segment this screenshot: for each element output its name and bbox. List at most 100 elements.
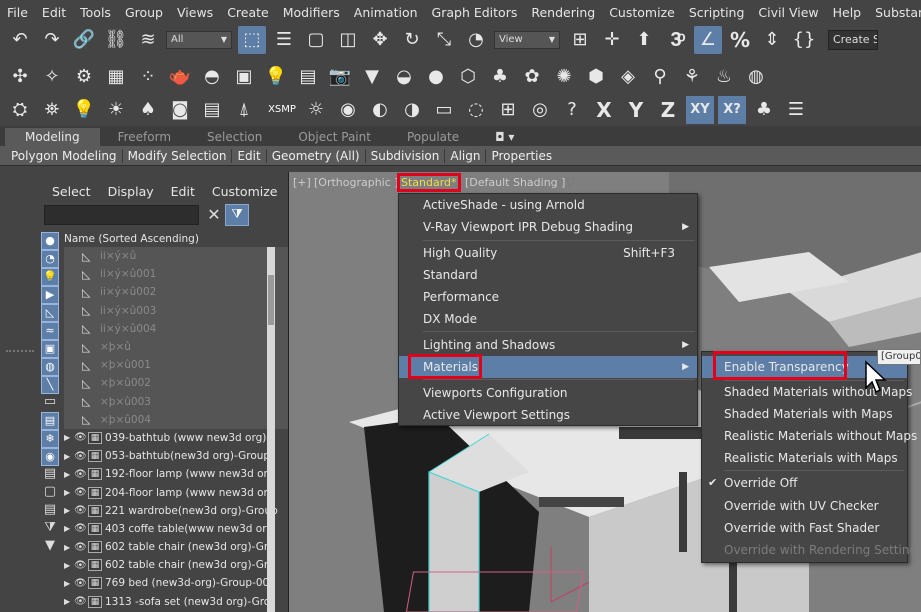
box-icon[interactable]: ▣	[230, 63, 258, 91]
vray-plane-icon[interactable]: ▭	[430, 96, 458, 124]
viewport-plus-menu[interactable]: [+]	[293, 176, 311, 189]
select-all-icon[interactable]: ▤	[41, 466, 59, 484]
menu-item-materials[interactable]: Materials ▶	[399, 356, 697, 378]
snaps-toggle-icon[interactable]: 3ͦ	[662, 26, 690, 54]
menu-item-viewports-config[interactable]: Viewports Configuration	[399, 382, 697, 404]
menu-item-performance[interactable]: Performance	[399, 286, 697, 308]
keyboard-shortcut-icon[interactable]: ⬆	[630, 26, 658, 54]
ref-coord-dropdown[interactable]: View ▼	[494, 30, 560, 49]
populate-trees-icon[interactable]: ♣	[750, 96, 778, 124]
se-menu-customize[interactable]: Customize	[212, 184, 278, 199]
vray-frame-buffer-icon[interactable]: ▤	[198, 96, 226, 124]
edit-named-selection-icon[interactable]: {}	[790, 26, 818, 54]
expand-arrow-icon[interactable]: ▶	[64, 433, 74, 442]
viewport-pov-menu[interactable]: [Orthographic ]	[314, 176, 399, 189]
sphere-orange-icon[interactable]: ●	[422, 63, 450, 91]
spinner-snap-icon[interactable]: ⇕	[758, 26, 786, 54]
gear-group-icon[interactable]: ⚙	[70, 63, 98, 91]
vray-sun-icon[interactable]: ☀	[102, 96, 130, 124]
tab-freeform[interactable]: Freeform	[100, 128, 189, 146]
menu-scripting[interactable]: Scripting	[682, 5, 752, 20]
visibility-eye-icon[interactable]: 👁	[74, 542, 88, 553]
vray-tree-icon[interactable]: ♠	[134, 96, 162, 124]
material-sphere-icon[interactable]: ◍	[742, 63, 770, 91]
help-icon[interactable]: ?	[558, 96, 586, 124]
submenu-override-uv-checker[interactable]: Override with UV Checker	[702, 495, 907, 517]
mushroom-icon[interactable]: ♣	[486, 63, 514, 91]
tab-populate[interactable]: Populate	[389, 128, 477, 146]
ribbon-options-icon[interactable]: ◘ ▾	[477, 128, 532, 146]
create-selection-set-field[interactable]: Create S	[828, 29, 878, 50]
vray-dome-icon[interactable]: ◉	[334, 96, 362, 124]
light-bulb-icon[interactable]: 💡	[262, 63, 290, 91]
bulb-outline-icon[interactable]: ⚲	[646, 63, 674, 91]
name-column-header[interactable]: Name (Sorted Ascending)	[64, 232, 304, 247]
bind-space-warp-icon[interactable]: ≋	[134, 26, 162, 54]
expand-arrow-icon[interactable]: ▶	[64, 561, 74, 570]
angle-snap-icon[interactable]: ∠	[694, 25, 722, 54]
render-setup-icon[interactable]: ⛭	[6, 96, 34, 124]
tab-object-paint[interactable]: Object Paint	[280, 128, 389, 146]
menu-rendering[interactable]: Rendering	[524, 5, 602, 20]
filter-cameras-icon[interactable]: ▶	[41, 286, 59, 304]
rectangular-selection-icon[interactable]: ▢	[302, 26, 330, 54]
visibility-eye-icon[interactable]: 👁	[74, 432, 88, 443]
filter-funnel-icon[interactable]: ⧩	[225, 204, 249, 226]
panel-align[interactable]: Align	[445, 148, 487, 163]
scale-icon[interactable]: ⤡	[430, 26, 458, 54]
submenu-realistic-with-maps[interactable]: Realistic Materials with Maps	[702, 447, 907, 469]
se-menu-display[interactable]: Display	[108, 184, 154, 199]
expand-arrow-icon[interactable]: ▶	[64, 597, 74, 606]
vray-cross-icon[interactable]: ⊞	[494, 96, 522, 124]
dome-light-icon[interactable]: ◒	[390, 63, 418, 91]
menu-help[interactable]: Help	[826, 5, 869, 20]
scene-search-input[interactable]	[44, 205, 199, 225]
grid-box-icon[interactable]: ▦	[102, 63, 130, 91]
menu-modifiers[interactable]: Modifiers	[276, 5, 347, 20]
expand-arrow-icon[interactable]: ▶	[64, 579, 74, 588]
funnel-bottom-icon[interactable]: ▼	[41, 538, 59, 556]
expand-arrow-icon[interactable]: ▶	[64, 488, 74, 497]
expand-arrow-icon[interactable]: ▶	[64, 524, 74, 533]
visibility-eye-icon[interactable]: 👁	[74, 451, 88, 462]
panel-geometry-all[interactable]: Geometry (All)	[267, 148, 366, 163]
pivot-icon[interactable]: ⊞	[566, 26, 594, 54]
filter-groups-icon[interactable]: ▣	[41, 340, 59, 358]
axis-xy-button[interactable]: XY	[686, 95, 714, 124]
camera-icon[interactable]: 📷	[326, 63, 354, 91]
torus-icon[interactable]: ◓	[198, 63, 226, 91]
display-influences-icon[interactable]: ▤	[41, 412, 59, 430]
select-object-icon[interactable]: ⬚	[238, 25, 266, 54]
menu-animation[interactable]: Animation	[347, 5, 425, 20]
panel-properties[interactable]: Properties	[486, 149, 557, 163]
percent-snap-icon[interactable]: %	[726, 26, 754, 54]
submenu-realistic-no-maps[interactable]: Realistic Materials without Maps	[702, 425, 917, 447]
vray-ies-icon[interactable]: ◐	[366, 96, 394, 124]
viewport-default-shading-menu[interactable]: [Default Shading ]	[465, 176, 565, 189]
list-panel-icon[interactable]: ☰	[782, 96, 810, 124]
visibility-eye-icon[interactable]: 👁	[74, 596, 88, 607]
visibility-eye-icon[interactable]: 👁	[74, 578, 88, 589]
visibility-eye-icon[interactable]: 👁	[74, 560, 88, 571]
vray-light-icon[interactable]: 💡	[70, 96, 98, 124]
menu-views[interactable]: Views	[170, 5, 220, 20]
se-menu-select[interactable]: Select	[52, 184, 91, 199]
expand-arrow-icon[interactable]: ▶	[64, 452, 74, 461]
panel-modify-selection[interactable]: Modify Selection	[123, 148, 233, 163]
menu-item-dx-mode[interactable]: DX Mode	[399, 308, 697, 330]
axis-z-button[interactable]: Z	[654, 96, 682, 124]
menu-item-lighting-shadows[interactable]: Lighting and Shadows ▶	[399, 334, 697, 356]
nodes-icon[interactable]: ⁘	[134, 63, 162, 91]
menu-tools[interactable]: Tools	[73, 5, 118, 20]
visibility-eye-icon[interactable]: 👁	[74, 523, 88, 534]
menu-file[interactable]: File	[0, 5, 35, 20]
select-manipulate-icon[interactable]: ✛	[598, 26, 626, 54]
axis-x-button[interactable]: X	[590, 96, 618, 124]
knot-icon[interactable]: ✿	[518, 63, 546, 91]
menu-item-standard[interactable]: Standard	[399, 264, 697, 286]
filter-bones-icon[interactable]: ╲	[41, 376, 59, 394]
render-frame-icon[interactable]: ▤	[294, 63, 322, 91]
sun-burst-icon[interactable]: ✺	[550, 63, 578, 91]
mesh-icon[interactable]: ◈	[614, 63, 642, 91]
submenu-override-off[interactable]: ✔ Override Off	[702, 472, 907, 494]
